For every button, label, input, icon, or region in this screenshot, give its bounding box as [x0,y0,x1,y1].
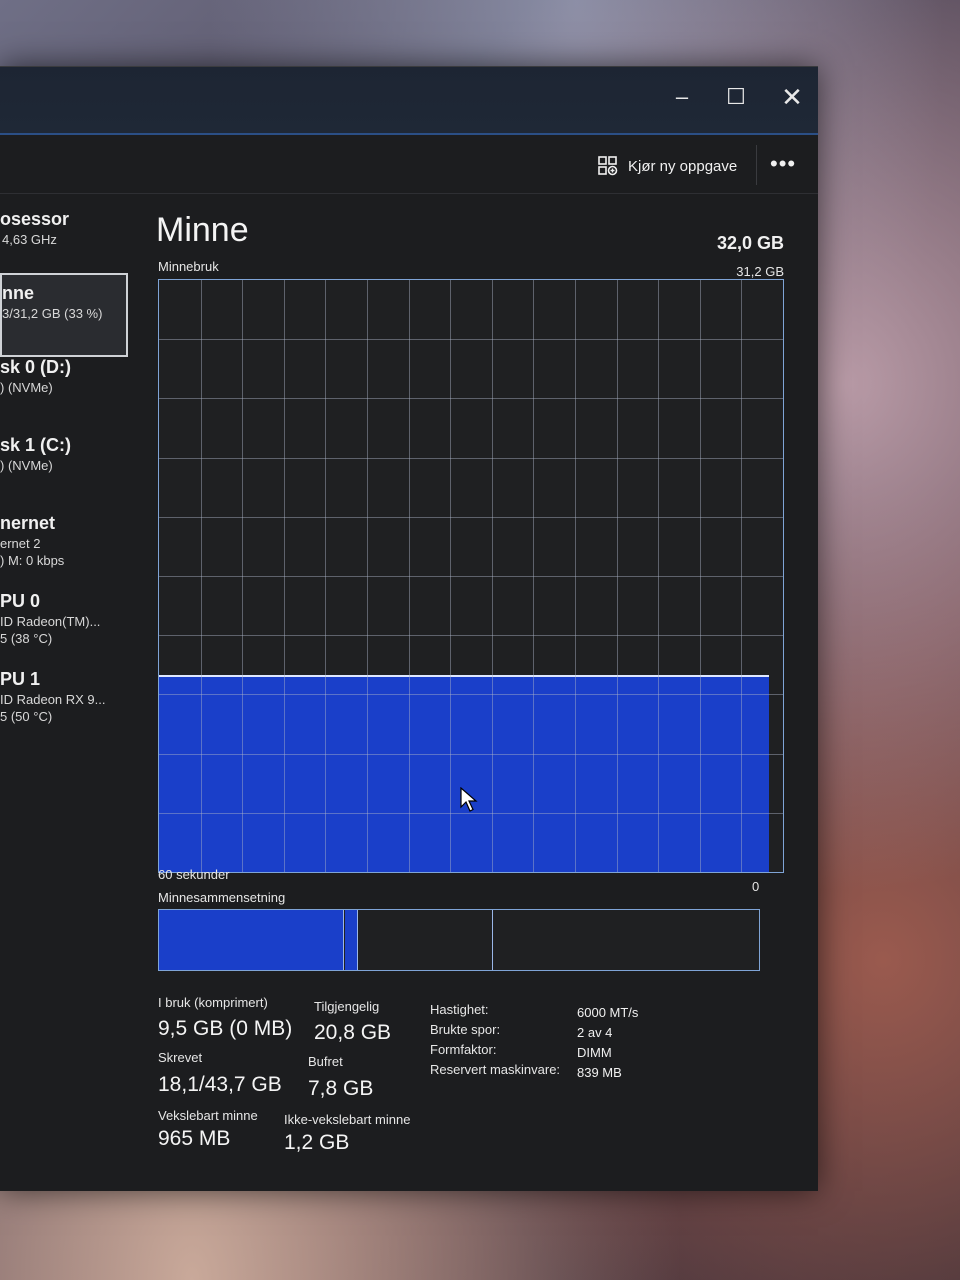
in-use-label: I bruk (komprimert) [158,995,268,1010]
graph-gridline-horizontal [159,635,783,636]
mouse-cursor-icon [460,786,478,818]
graph-gridline-horizontal [159,576,783,577]
sidebar-item-subtitle: 3/31,2 GB (33 %) [2,306,103,321]
graph-gridline-horizontal [159,517,783,518]
new-task-icon [598,156,618,176]
paged-pool-value: 965 MB [158,1127,231,1150]
composition-standby [358,910,493,970]
sidebar-item-subtitle-2: ) M: 0 kbps [0,553,65,568]
slots-label: Brukte spor: [430,1022,501,1037]
sidebar-item-gpu-0[interactable]: PU 0 ID Radeon(TM)... 5 (38 °C) [0,591,124,646]
composition-in-use [159,910,344,970]
available-label: Tilgjengelig [314,999,380,1014]
sidebar-item-memory[interactable]: nne 3/31,2 GB (33 %) [0,273,128,357]
time-span-label: 60 sekunder [158,867,230,882]
in-use-value: 9,5 GB (0 MB) [158,1017,293,1040]
sidebar-item-disk-1[interactable]: sk 1 (C:) ) (NVMe) [0,435,124,473]
sidebar-item-title: sk 1 (C:) [0,435,72,455]
sidebar-item-processor[interactable]: osessor 4,63 GHz [0,209,124,247]
total-memory: 32,0 GB [716,233,784,253]
sidebar-item-title: nernet [0,513,56,533]
memory-usage-fill [159,675,769,872]
nonpaged-pool-label: Ikke-vekslebart minne [284,1112,411,1127]
sidebar-item-subtitle-2: 5 (50 °C) [0,709,53,724]
memory-usage-label: Minnebruk [158,259,219,274]
sidebar-item-subtitle: ) (NVMe) [0,380,53,395]
sidebar-item-gpu-1[interactable]: PU 1 ID Radeon RX 9... 5 (50 °C) [0,669,124,724]
composition-modified [345,910,358,970]
paged-pool-label: Vekslebart minne [158,1108,258,1123]
graph-zero-label: 0 [752,879,760,894]
sidebar-item-subtitle: ID Radeon RX 9... [0,692,106,707]
sidebar-item-title: sk 0 (D:) [0,357,72,377]
reserved-label: Reservert maskinvare: [430,1062,561,1077]
nonpaged-pool-value: 1,2 GB [284,1131,350,1154]
performance-sidebar: osessor 4,63 GHz nne 3/31,2 GB (33 %) sk… [0,205,130,765]
form-factor-value: DIMM [577,1045,612,1060]
speed-label: Hastighet: [430,1002,489,1017]
cached-value: 7,8 GB [308,1077,374,1100]
title-bar[interactable]: – ☐ ✕ [0,67,818,135]
memory-usage-max: 31,2 GB [736,264,784,279]
memory-usage-graph [158,279,784,873]
graph-gridline-horizontal [159,398,783,399]
available-value: 20,8 GB [314,1021,392,1044]
graph-gridline-horizontal [159,694,783,695]
reserved-value: 839 MB [577,1065,622,1080]
sidebar-item-subtitle: ernet 2 [0,536,41,551]
toolbar: Kjør ny oppgave ••• [0,135,818,194]
minimize-button[interactable]: – [662,77,702,117]
toolbar-divider [756,145,757,185]
memory-composition-bar [158,909,760,971]
graph-gridline-horizontal [159,458,783,459]
form-factor-label: Formfaktor: [430,1042,497,1057]
sidebar-item-ethernet[interactable]: nernet ernet 2 ) M: 0 kbps [0,513,124,568]
committed-label: Skrevet [158,1050,203,1065]
sidebar-item-title: nne [2,283,35,303]
maximize-button[interactable]: ☐ [716,77,756,117]
graph-gridline-horizontal [159,339,783,340]
speed-value: 6000 MT/s [577,1005,639,1020]
sidebar-item-subtitle: ) (NVMe) [0,458,53,473]
graph-gridline-horizontal [159,754,783,755]
sidebar-item-subtitle: 4,63 GHz [2,232,57,247]
sidebar-item-title: PU 0 [0,591,41,611]
composition-label: Minnesammensetning [158,890,286,905]
page-title: Minne [156,211,249,249]
run-new-task-button[interactable]: Kjør ny oppgave [598,153,737,179]
close-button[interactable]: ✕ [772,77,812,117]
sidebar-item-disk-0[interactable]: sk 0 (D:) ) (NVMe) [0,357,124,395]
cached-label: Bufret [308,1054,343,1069]
sidebar-item-title: PU 1 [0,669,41,689]
task-manager-window: – ☐ ✕ Kjør ny oppgave ••• osessor 4,63 G… [0,66,818,1191]
sidebar-item-title: osessor [0,209,70,229]
sidebar-item-subtitle-2: 5 (38 °C) [0,631,53,646]
run-new-task-label: Kjør ny oppgave [628,157,738,175]
more-options-icon[interactable]: ••• [770,151,796,177]
committed-value: 18,1/43,7 GB [158,1073,282,1096]
sidebar-item-subtitle: ID Radeon(TM)... [0,614,101,629]
slots-value: 2 av 4 [577,1025,613,1040]
